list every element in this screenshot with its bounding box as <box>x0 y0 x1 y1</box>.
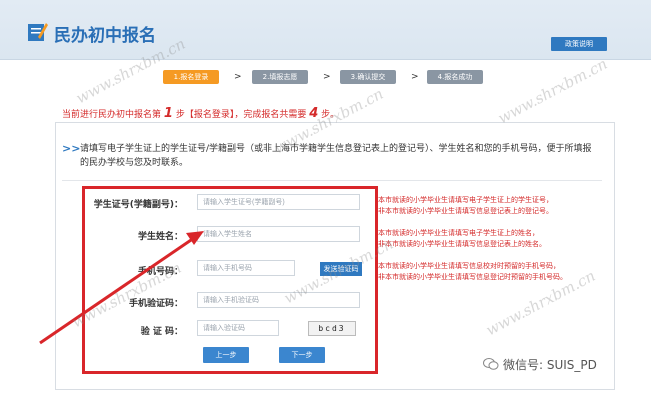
wechat-id: 微信号: SUIS_PD <box>503 358 597 372</box>
annotation-arrow-icon <box>39 231 204 345</box>
wechat-icon <box>483 358 499 370</box>
